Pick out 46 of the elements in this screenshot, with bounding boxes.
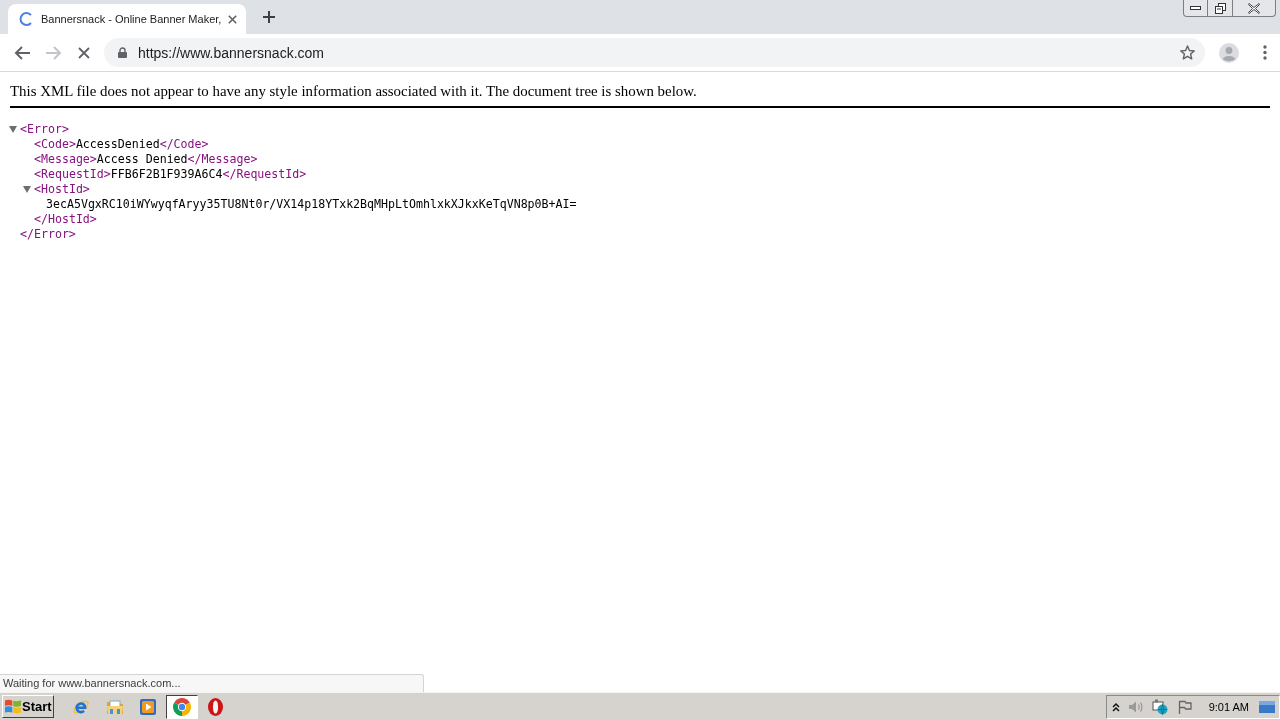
- address-bar[interactable]: https://www.bannersnack.com: [104, 38, 1205, 67]
- expand-triangle-icon[interactable]: [9, 126, 17, 133]
- xml-tag: <Error>: [20, 122, 69, 137]
- xml-tag: </Message>: [187, 152, 258, 167]
- restore-button[interactable]: [1208, 0, 1233, 17]
- xml-value: Access Denied: [96, 152, 188, 167]
- xml-value: 3ecA5VgxRC10iWYwyqfAryy35TU8Nt0r/VX14p18YTxk2BqMHpLtOmhlxkXJkxKeTqVN8p0B+AI=: [46, 197, 577, 212]
- xml-tag: <HostId>: [34, 182, 90, 197]
- xml-tag: <RequestId>: [34, 167, 111, 182]
- close-icon: [1248, 2, 1260, 14]
- plus-icon[interactable]: [263, 11, 275, 23]
- stop-icon[interactable]: [78, 46, 90, 59]
- close-icon[interactable]: [228, 14, 237, 24]
- status-bubble: Waiting for www.bannersnack.com...: [0, 674, 424, 692]
- tab-title: Bannersnack - Online Banner Maker,: [41, 13, 223, 25]
- xml-value: AccessDenied: [75, 137, 160, 152]
- more-menu-icon[interactable]: [1263, 45, 1267, 60]
- xml-tag: </RequestId>: [222, 167, 307, 182]
- lock-icon: [118, 47, 127, 58]
- chevron-up-icon[interactable]: [1111, 701, 1120, 712]
- xml-tag: </Error>: [20, 227, 76, 242]
- expand-triangle-icon[interactable]: [23, 186, 31, 193]
- flag-icon[interactable]: [1177, 699, 1192, 714]
- xml-tag: </HostId>: [34, 212, 97, 227]
- network-icon[interactable]: [1151, 698, 1168, 715]
- xml-value: FFB6F2B1F939A6C4: [110, 167, 223, 182]
- start-button[interactable]: Start: [2, 695, 54, 718]
- round-logo-icon[interactable]: [166, 694, 198, 719]
- browser-tab[interactable]: Bannersnack - Online Banner Maker,: [8, 4, 246, 34]
- xml-style-notice: This XML file does not appear to have any style information associated with it. The document tree is shown below.: [10, 83, 697, 99]
- minimize-icon: [1190, 6, 1201, 10]
- minimize-button[interactable]: [1183, 0, 1208, 17]
- close-window-button[interactable]: [1233, 0, 1276, 17]
- show-desktop-icon[interactable]: [1259, 700, 1275, 713]
- play-icon[interactable]: [140, 698, 156, 715]
- back-arrow-icon[interactable]: [14, 45, 30, 60]
- folder-icon[interactable]: [106, 698, 124, 715]
- xml-tag: <Code>: [34, 137, 76, 152]
- star-icon[interactable]: [1180, 45, 1195, 60]
- xml-tag: </Code>: [159, 137, 209, 152]
- restore-icon: [1214, 2, 1226, 14]
- xml-tag: <Message>: [34, 152, 97, 167]
- o-logo-icon[interactable]: [208, 697, 223, 716]
- url-text: https://www.bannersnack.com: [138, 44, 325, 61]
- windows-flag-icon: [5, 699, 21, 714]
- clock-text[interactable]: 9:01 AM: [1208, 700, 1249, 713]
